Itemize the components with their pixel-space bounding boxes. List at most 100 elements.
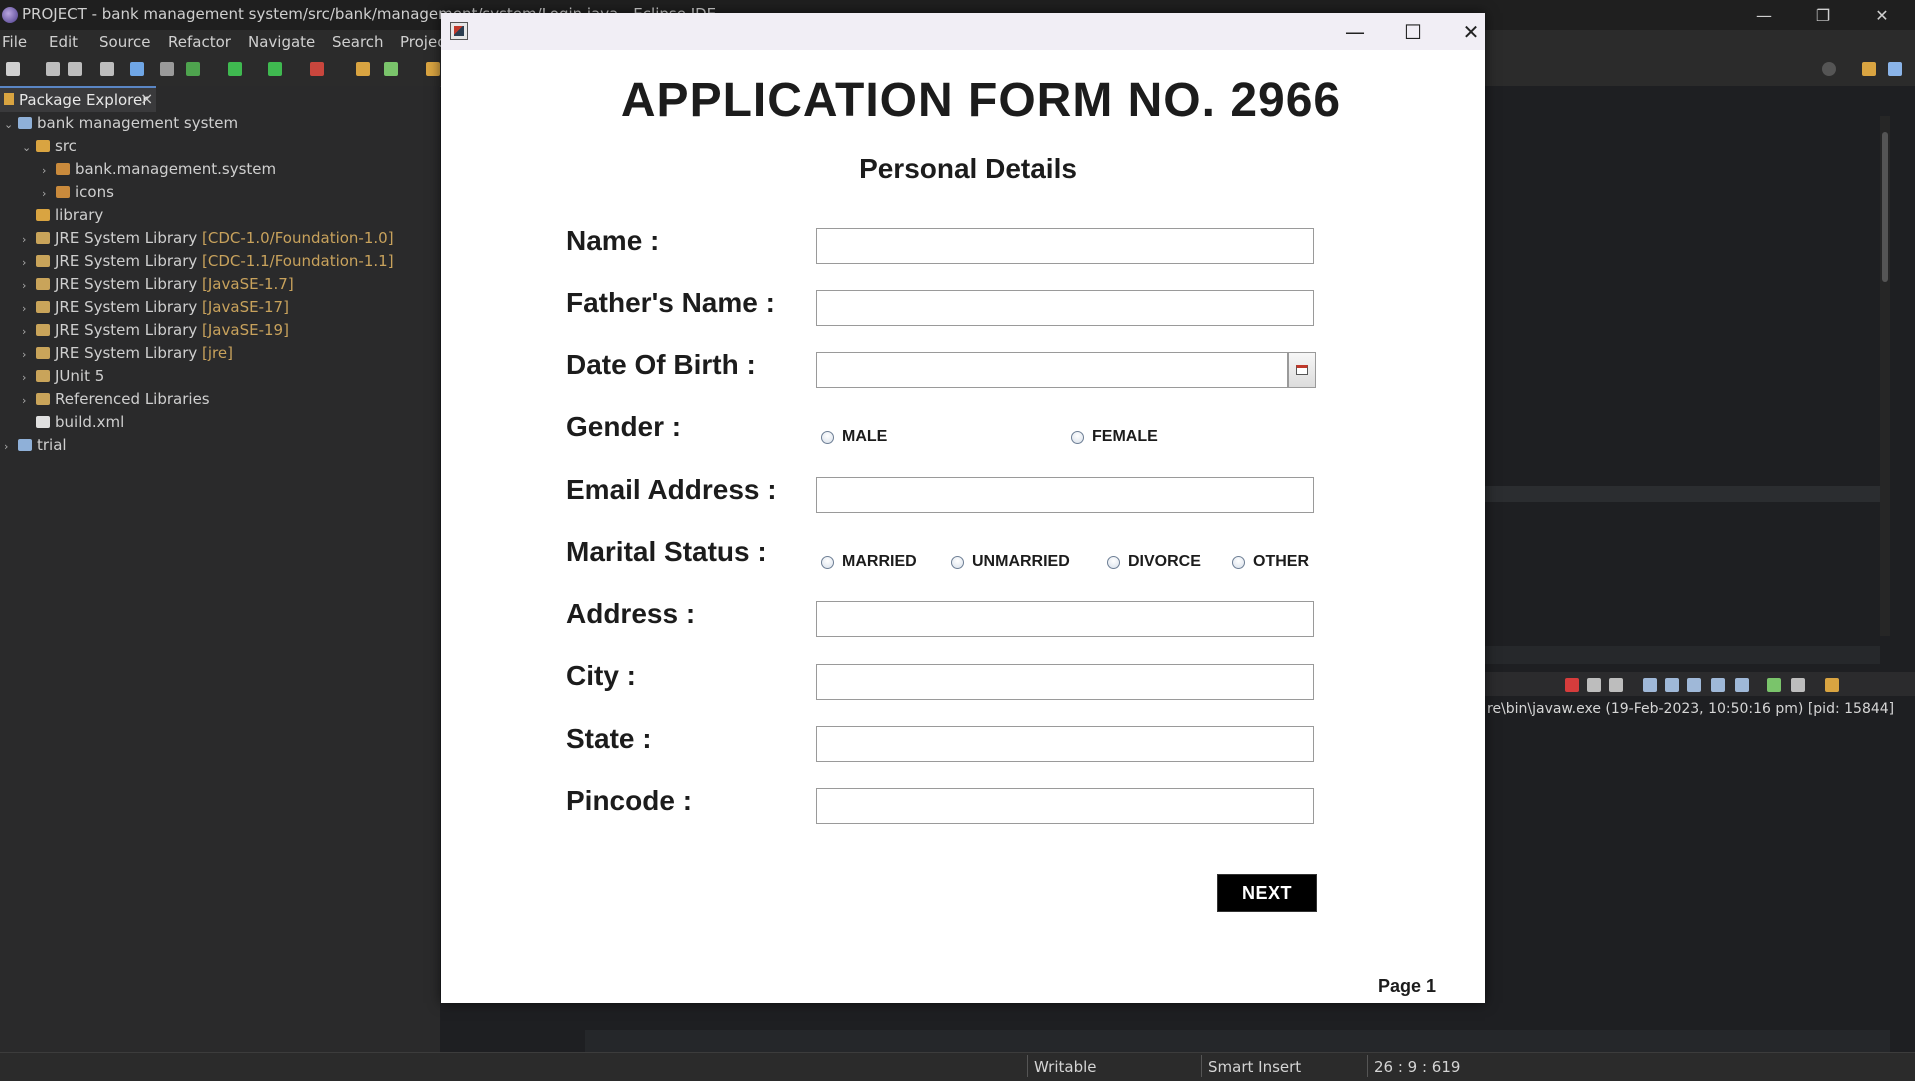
marital-unmarried-radio[interactable]: UNMARRIED bbox=[951, 553, 1070, 571]
pincode-field[interactable] bbox=[816, 788, 1314, 824]
view-menu-icon[interactable] bbox=[1791, 678, 1805, 692]
menu-source[interactable]: Source bbox=[99, 33, 151, 51]
tree-item-jre-javase17[interactable]: › JRE System Library [JavaSE-1.7] bbox=[22, 274, 294, 294]
remove-all-icon[interactable] bbox=[1609, 678, 1623, 692]
chevron-right-icon[interactable]: › bbox=[4, 437, 18, 457]
save-icon[interactable] bbox=[46, 62, 60, 76]
chevron-right-icon[interactable]: › bbox=[22, 345, 36, 365]
tree-qualifier: [CDC-1.0/Foundation-1.0] bbox=[202, 229, 394, 247]
save-all-icon[interactable] bbox=[68, 62, 82, 76]
tree-item-project[interactable]: ⌄ bank management system bbox=[4, 113, 238, 133]
gender-male-radio[interactable]: MALE bbox=[821, 428, 887, 446]
tree-item-jre-cdc10[interactable]: › JRE System Library [CDC-1.0/Foundation-… bbox=[22, 228, 394, 248]
menu-navigate[interactable]: Navigate bbox=[248, 33, 315, 51]
dob-field[interactable] bbox=[816, 352, 1288, 388]
new-package-icon[interactable] bbox=[384, 62, 398, 76]
terminal-icon[interactable] bbox=[130, 62, 144, 76]
open-console-icon[interactable] bbox=[1767, 678, 1781, 692]
java-perspective-icon[interactable] bbox=[1888, 62, 1902, 76]
remove-launch-icon[interactable] bbox=[1587, 678, 1601, 692]
next-button[interactable]: NEXT bbox=[1217, 874, 1317, 912]
maximize-button[interactable]: ☐ bbox=[1384, 13, 1442, 50]
menu-edit[interactable]: Edit bbox=[49, 33, 78, 51]
search-icon[interactable] bbox=[1822, 62, 1836, 76]
close-icon[interactable]: × bbox=[140, 89, 153, 108]
external-tools-icon[interactable] bbox=[310, 62, 324, 76]
address-field[interactable] bbox=[816, 601, 1314, 637]
radio-circle-icon[interactable] bbox=[951, 555, 964, 569]
coverage-icon[interactable] bbox=[268, 62, 282, 76]
ide-minimize-button[interactable]: — bbox=[1740, 0, 1788, 30]
editor-horizontal-scrollbar[interactable] bbox=[1485, 646, 1880, 664]
ide-restore-button[interactable]: ❐ bbox=[1799, 0, 1847, 30]
marital-divorce-radio[interactable]: DIVORCE bbox=[1107, 553, 1201, 571]
tree-item-jre-jre[interactable]: › JRE System Library [jre] bbox=[22, 343, 233, 363]
radio-circle-icon[interactable] bbox=[821, 430, 834, 444]
chevron-right-icon[interactable]: › bbox=[22, 368, 36, 388]
pin-console-icon[interactable] bbox=[1711, 678, 1725, 692]
new-java-project-icon[interactable] bbox=[356, 62, 370, 76]
email-field[interactable] bbox=[816, 477, 1314, 513]
skip-breakpoints-icon[interactable] bbox=[160, 62, 174, 76]
chevron-right-icon[interactable]: › bbox=[22, 230, 36, 250]
father-name-field[interactable] bbox=[816, 290, 1314, 326]
tree-item-jre-javase-19[interactable]: › JRE System Library [JavaSE-19] bbox=[22, 320, 289, 340]
print-icon[interactable] bbox=[100, 62, 114, 76]
tree-label: build.xml bbox=[55, 413, 125, 431]
package-explorer-tab[interactable]: Package Explorer × bbox=[0, 86, 156, 112]
state-field[interactable] bbox=[816, 726, 1314, 762]
chevron-right-icon[interactable]: › bbox=[22, 253, 36, 273]
scrollbar-thumb[interactable] bbox=[1882, 132, 1888, 282]
dialog-titlebar[interactable]: — ☐ ✕ bbox=[441, 13, 1485, 50]
chevron-right-icon[interactable]: › bbox=[22, 322, 36, 342]
run-icon[interactable] bbox=[228, 62, 242, 76]
tree-item-package[interactable]: › bank.management.system bbox=[42, 159, 276, 179]
chevron-right-icon[interactable]: › bbox=[42, 161, 56, 181]
radio-circle-icon[interactable] bbox=[1107, 555, 1120, 569]
tree-item-junit[interactable]: › JUnit 5 bbox=[22, 366, 104, 386]
tree-item-icons[interactable]: › icons bbox=[42, 182, 114, 202]
date-picker-button[interactable] bbox=[1288, 352, 1316, 388]
terminate-icon[interactable] bbox=[1565, 678, 1579, 692]
marital-married-radio[interactable]: MARRIED bbox=[821, 553, 917, 571]
tree-label: src bbox=[55, 137, 77, 155]
name-field[interactable] bbox=[816, 228, 1314, 264]
debug-icon[interactable] bbox=[186, 62, 200, 76]
tree-item-library[interactable]: library bbox=[22, 205, 103, 225]
word-wrap-icon[interactable] bbox=[1687, 678, 1701, 692]
tree-label: JRE System Library bbox=[55, 321, 198, 339]
tree-item-jre-javase-17[interactable]: › JRE System Library [JavaSE-17] bbox=[22, 297, 289, 317]
editor-vertical-scrollbar[interactable] bbox=[1880, 116, 1890, 636]
perspective-icon[interactable] bbox=[1862, 62, 1876, 76]
gender-female-radio[interactable]: FEMALE bbox=[1071, 428, 1158, 446]
chevron-right-icon[interactable]: › bbox=[22, 299, 36, 319]
console-option-icon[interactable] bbox=[1643, 678, 1657, 692]
new-file-icon[interactable] bbox=[6, 62, 20, 76]
chevron-right-icon[interactable]: › bbox=[42, 184, 56, 204]
scroll-lock-icon[interactable] bbox=[1665, 678, 1679, 692]
tree-item-src[interactable]: ⌄ src bbox=[22, 136, 77, 156]
minimize-button[interactable]: — bbox=[1326, 13, 1384, 50]
chevron-right-icon[interactable]: › bbox=[22, 276, 36, 296]
chevron-down-icon[interactable]: ⌄ bbox=[22, 138, 36, 158]
menu-search[interactable]: Search bbox=[332, 33, 384, 51]
radio-circle-icon[interactable] bbox=[821, 555, 834, 569]
open-type-icon[interactable] bbox=[426, 62, 440, 76]
menu-file[interactable]: File bbox=[2, 33, 27, 51]
menu-refactor[interactable]: Refactor bbox=[168, 33, 231, 51]
tree-item-referenced-libraries[interactable]: › Referenced Libraries bbox=[22, 389, 210, 409]
console-horizontal-scrollbar[interactable] bbox=[585, 1030, 1890, 1052]
city-field[interactable] bbox=[816, 664, 1314, 700]
tree-item-jre-cdc11[interactable]: › JRE System Library [CDC-1.1/Foundation-… bbox=[22, 251, 394, 271]
chevron-right-icon[interactable]: › bbox=[22, 391, 36, 411]
display-console-icon[interactable] bbox=[1735, 678, 1749, 692]
close-button[interactable]: ✕ bbox=[1442, 13, 1500, 50]
radio-circle-icon[interactable] bbox=[1232, 555, 1245, 569]
radio-circle-icon[interactable] bbox=[1071, 430, 1084, 444]
chevron-down-icon[interactable]: ⌄ bbox=[4, 115, 18, 135]
new-console-icon[interactable] bbox=[1825, 678, 1839, 692]
marital-other-radio[interactable]: OTHER bbox=[1232, 553, 1309, 571]
tree-item-build-xml[interactable]: build.xml bbox=[22, 412, 124, 432]
ide-close-button[interactable]: ✕ bbox=[1858, 0, 1906, 30]
tree-item-trial[interactable]: › trial bbox=[4, 435, 67, 455]
